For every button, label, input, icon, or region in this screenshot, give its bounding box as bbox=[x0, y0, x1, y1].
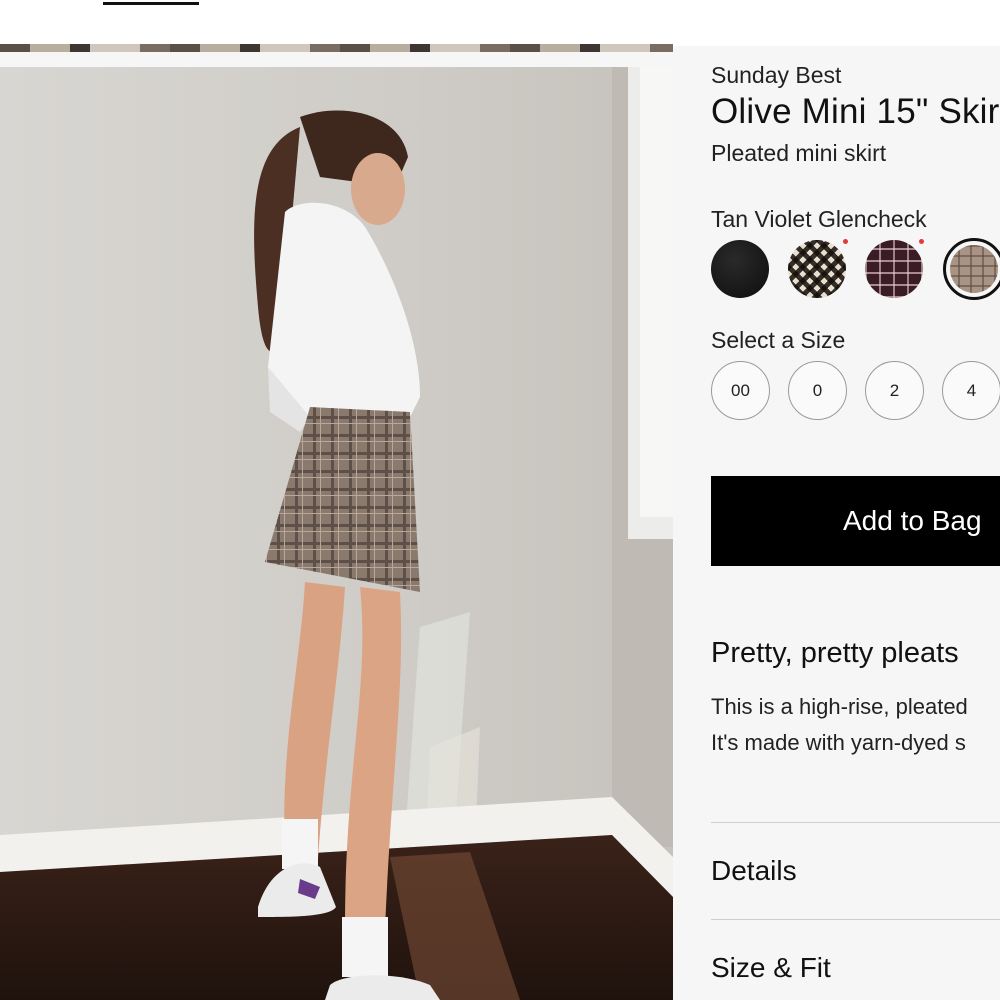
color-swatch-tan-violet-glencheck[interactable] bbox=[943, 238, 1000, 300]
new-indicator-dot bbox=[919, 239, 924, 244]
color-swatches bbox=[711, 238, 1000, 300]
accordion-details[interactable]: Details bbox=[711, 855, 797, 887]
size-option-4[interactable]: 4 bbox=[942, 361, 1000, 420]
product-info-panel: Sunday Best Olive Mini 15" Skir Pleated … bbox=[711, 0, 1000, 1000]
description-line: This is a high-rise, pleated bbox=[711, 694, 968, 719]
new-indicator-dot bbox=[843, 239, 848, 244]
color-swatch-black-cream-check[interactable] bbox=[788, 240, 846, 298]
size-option-0[interactable]: 0 bbox=[788, 361, 847, 420]
size-option-2[interactable]: 2 bbox=[865, 361, 924, 420]
description-line: It's made with yarn-dyed s bbox=[711, 730, 966, 755]
divider bbox=[711, 919, 1000, 920]
add-to-bag-button[interactable]: Add to Bag bbox=[711, 476, 1000, 566]
selected-color-name: Tan Violet Glencheck bbox=[711, 206, 927, 232]
product-title: Olive Mini 15" Skir bbox=[711, 92, 1000, 131]
accordion-size-fit[interactable]: Size & Fit bbox=[711, 952, 831, 984]
add-to-bag-label: Add to Bag bbox=[843, 505, 982, 536]
size-label: Select a Size bbox=[711, 327, 846, 353]
active-nav-underline bbox=[103, 2, 199, 5]
brand-name[interactable]: Sunday Best bbox=[711, 62, 841, 89]
divider bbox=[711, 822, 1000, 823]
description-heading: Pretty, pretty pleats bbox=[711, 637, 959, 669]
product-subtitle: Pleated mini skirt bbox=[711, 140, 887, 166]
product-photo[interactable] bbox=[0, 67, 673, 1000]
color-swatch-plum-plaid[interactable] bbox=[865, 240, 923, 298]
color-swatch-black[interactable] bbox=[711, 240, 769, 298]
size-option-00[interactable]: 00 bbox=[711, 361, 770, 420]
product-photo-illustration bbox=[0, 67, 673, 1000]
thumbnail-strip[interactable] bbox=[0, 44, 673, 52]
